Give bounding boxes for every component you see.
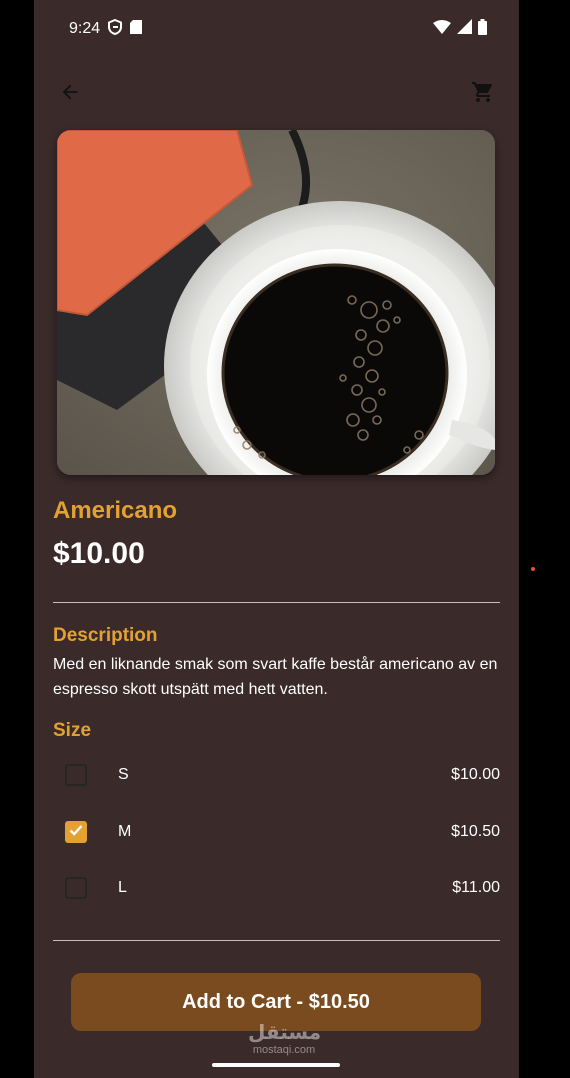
size-checkbox-m[interactable] <box>65 821 87 843</box>
check-icon <box>68 822 84 843</box>
description-heading: Description <box>53 625 158 646</box>
size-label: S <box>118 766 129 783</box>
touch-indicator-dot <box>531 567 535 571</box>
product-description: Med en liknande smak som svart kaffe bes… <box>53 656 498 698</box>
divider <box>53 940 500 941</box>
size-label: L <box>118 879 127 896</box>
watermark-arabic: مستقل <box>248 1022 322 1044</box>
size-option-m[interactable]: M $10.50 <box>53 812 500 852</box>
home-indicator[interactable] <box>212 1063 340 1067</box>
wifi-icon <box>433 19 451 39</box>
sd-card-icon <box>130 19 143 39</box>
size-heading: Size <box>53 720 92 741</box>
size-label: M <box>118 823 132 840</box>
divider <box>53 602 500 603</box>
status-left: 9:24 <box>69 18 143 40</box>
shopping-cart-icon[interactable] <box>465 74 501 110</box>
size-price: $10.50 <box>451 823 500 840</box>
size-option-s[interactable]: S $10.00 <box>53 755 500 795</box>
arrow-back-icon[interactable] <box>52 74 88 110</box>
product-title: Americano <box>53 497 178 524</box>
size-price: $11.00 <box>452 879 500 896</box>
product-detail-screen: 9:24 Americano $10.00 Description Med en… <box>34 0 519 1078</box>
shield-icon <box>108 18 123 40</box>
size-option-l[interactable]: L $11.00 <box>53 868 500 908</box>
status-time: 9:24 <box>69 20 101 37</box>
size-checkbox-s[interactable] <box>65 764 87 786</box>
signal-icon <box>457 19 472 39</box>
size-checkbox-l[interactable] <box>65 877 87 899</box>
product-price: $10.00 <box>53 537 145 570</box>
status-bar: 9:24 <box>34 0 519 58</box>
product-image <box>57 130 495 475</box>
app-bar <box>34 72 519 112</box>
watermark-latin: mostaqi.com <box>252 1044 316 1056</box>
watermark: مستقل mostaqi.com <box>248 1022 322 1056</box>
battery-icon <box>478 18 487 40</box>
status-right <box>433 18 487 40</box>
size-price: $10.00 <box>451 766 500 783</box>
